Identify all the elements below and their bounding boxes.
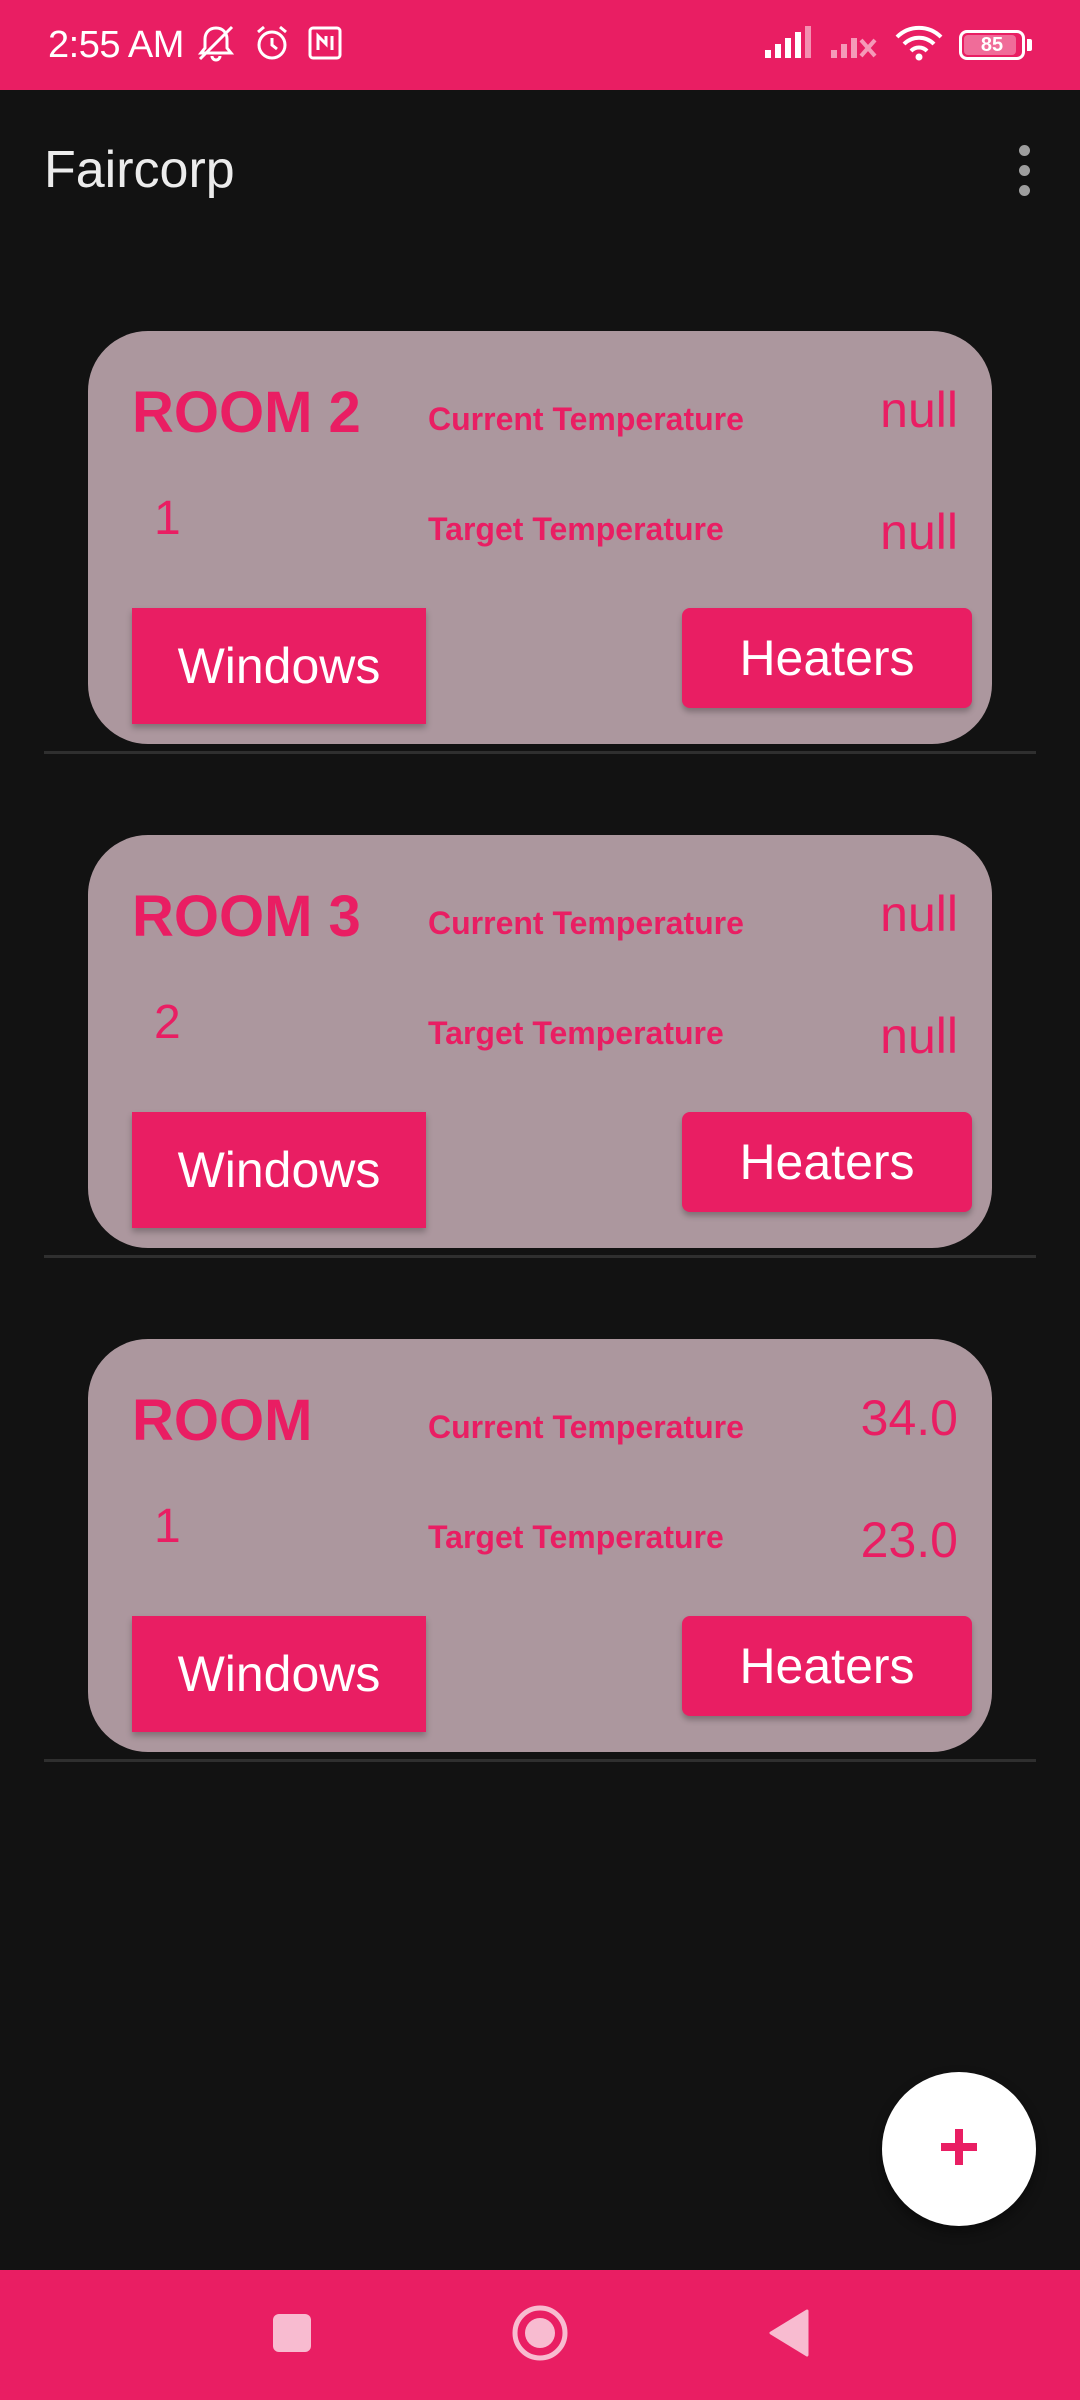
room-list: ROOM 2 1 Current Temperature null Target… [0, 250, 1080, 1762]
room-id: 2 [154, 996, 181, 1049]
room-name: ROOM [132, 1388, 313, 1453]
signal-icon [763, 25, 813, 65]
home-button[interactable] [498, 2270, 582, 2400]
back-triangle-icon [767, 2309, 809, 2362]
target-temperature-value: null [880, 1008, 958, 1064]
current-temperature-label: Current Temperature [428, 1409, 744, 1445]
menu-dot [1018, 164, 1030, 176]
list-divider [44, 1759, 1036, 1762]
battery-level: 85 [980, 33, 1004, 56]
room-name: ROOM 2 [132, 380, 361, 445]
room-row: ROOM 2 1 Current Temperature null Target… [0, 250, 1080, 754]
home-circle-icon [510, 2303, 570, 2368]
add-room-button[interactable] [882, 2072, 1036, 2226]
current-temperature-value: null [880, 886, 958, 942]
heaters-button[interactable]: Heaters [682, 608, 972, 708]
heaters-button[interactable]: Heaters [682, 1616, 972, 1716]
battery-tip [1027, 39, 1032, 51]
status-time: 2:55 AM [48, 23, 184, 66]
windows-button[interactable]: Windows [132, 1616, 426, 1732]
room-card[interactable]: ROOM 1 Current Temperature 34.0 Target T… [88, 1339, 992, 1752]
room-card[interactable]: ROOM 2 1 Current Temperature null Target… [88, 331, 992, 744]
status-bar: 2:55 AM 85 [0, 0, 1080, 90]
recents-square-icon [271, 2312, 313, 2359]
windows-button[interactable]: Windows [132, 1112, 426, 1228]
current-temperature-value: null [880, 382, 958, 438]
screen: 2:55 AM 85 Faircorp ROOM 2 1 Current Tem… [0, 0, 1080, 2400]
status-left-icons [194, 23, 344, 68]
nfc-icon [306, 24, 344, 67]
target-temperature-label: Target Temperature [428, 1015, 724, 1051]
overflow-menu-icon[interactable] [994, 125, 1054, 215]
wifi-icon [895, 25, 943, 66]
current-temperature-label: Current Temperature [428, 905, 744, 941]
status-right-icons: 85 [763, 25, 1032, 66]
target-temperature-label: Target Temperature [428, 511, 724, 547]
alarm-icon [252, 23, 292, 68]
room-id: 1 [154, 1500, 181, 1553]
back-button[interactable] [746, 2270, 830, 2400]
room-name: ROOM 3 [132, 884, 361, 949]
windows-button[interactable]: Windows [132, 608, 426, 724]
battery-icon: 85 [959, 30, 1025, 60]
signal-no-service-icon [829, 26, 879, 65]
target-temperature-value: 23.0 [860, 1512, 958, 1568]
room-row: ROOM 1 Current Temperature 34.0 Target T… [0, 1258, 1080, 1762]
room-card[interactable]: ROOM 3 2 Current Temperature null Target… [88, 835, 992, 1248]
app-bar: Faircorp [0, 90, 1080, 250]
plus-icon [939, 2127, 979, 2172]
target-temperature-label: Target Temperature [428, 1519, 724, 1555]
menu-dot [1018, 144, 1030, 156]
heaters-button[interactable]: Heaters [682, 1112, 972, 1212]
mute-bell-icon [194, 23, 238, 68]
recents-button[interactable] [250, 2270, 334, 2400]
current-temperature-label: Current Temperature [428, 401, 744, 437]
room-row: ROOM 3 2 Current Temperature null Target… [0, 754, 1080, 1258]
room-id: 1 [154, 492, 181, 545]
navigation-bar [0, 2270, 1080, 2400]
target-temperature-value: null [880, 504, 958, 560]
menu-dot [1018, 184, 1030, 196]
current-temperature-value: 34.0 [860, 1390, 958, 1446]
app-title: Faircorp [44, 141, 235, 199]
